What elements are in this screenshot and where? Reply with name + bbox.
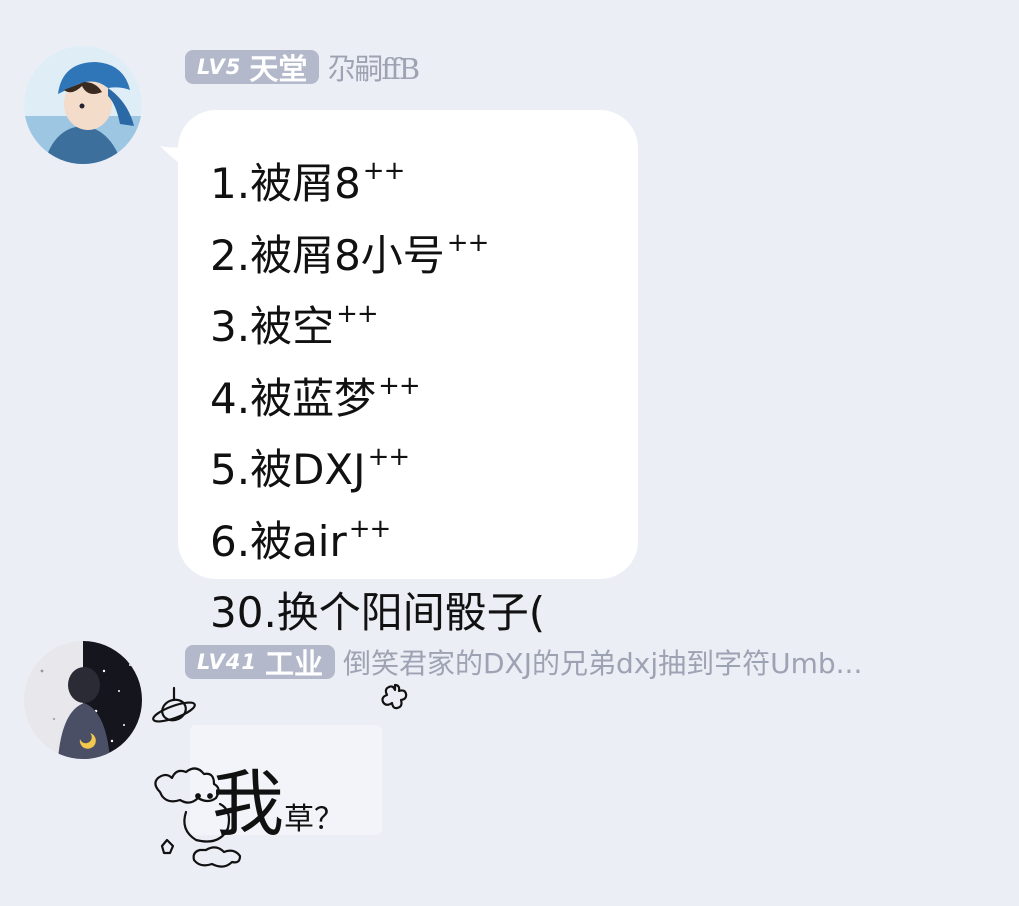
message-line: 5.被DXJ++	[210, 442, 410, 494]
level-badge[interactable]: LV41 工业	[185, 645, 335, 681]
message-text-list: 1.被屑8++ 2.被屑8小号++ 3.被空++ 4.被蓝梦++ 5.被DXJ+…	[210, 142, 547, 643]
avatar[interactable]	[24, 641, 142, 759]
username[interactable]: 倒笑君家的DXJ的兄弟dxj抽到字符Umb...	[343, 642, 862, 682]
message-big-text: 我	[212, 762, 285, 846]
message-line: 30.换个阳间骰子(	[210, 588, 546, 637]
username[interactable]: 尕嗣ffB	[327, 46, 420, 88]
level-label: LV41	[197, 650, 257, 674]
bubble-tail	[160, 144, 190, 170]
message-line: 1.被屑8++	[210, 156, 405, 208]
message-line: 6.被air++	[210, 513, 391, 566]
avatar-night-sky-icon	[24, 641, 142, 759]
message-line: 3.被空++	[210, 299, 379, 351]
avatar-boy-cap-icon	[24, 46, 142, 164]
flower-sticker-icon	[381, 683, 408, 710]
message-line: 2.被屑8小号++	[210, 227, 489, 280]
message-text: 我草？	[212, 745, 344, 850]
message-bubble[interactable]: 1.被屑8++ 2.被屑8小号++ 3.被空++ 4.被蓝梦++ 5.被DXJ+…	[160, 110, 638, 637]
level-badge[interactable]: LV5 天堂	[185, 50, 320, 86]
level-label: LV5	[197, 55, 242, 79]
title-label: 工业	[264, 647, 323, 681]
message-header: LV5 天堂 尕嗣ffB	[185, 50, 420, 86]
avatar[interactable]	[24, 46, 142, 164]
message-line: 4.被蓝梦++	[210, 370, 421, 423]
title-label: 天堂	[249, 52, 308, 86]
message-small-text: 草？	[284, 802, 345, 837]
message-header: LV41 工业 倒笑君家的DXJ的兄弟dxj抽到字符Umb...	[185, 642, 862, 682]
